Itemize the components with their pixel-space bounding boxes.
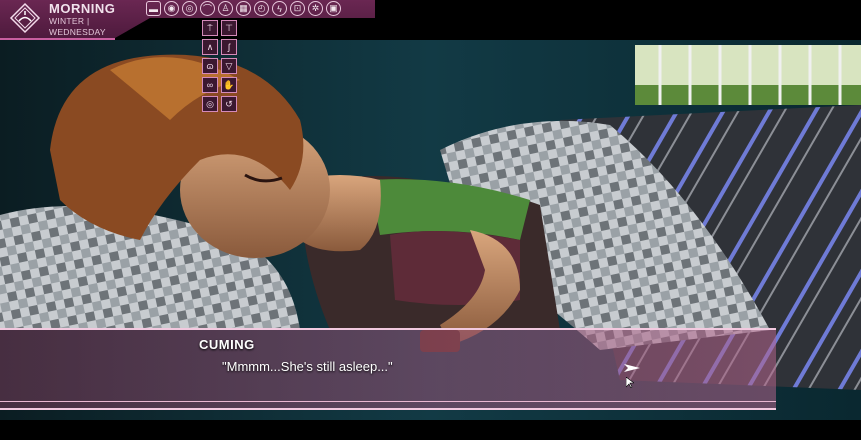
lightning-icon[interactable]: ϟ bbox=[272, 1, 287, 16]
dialogue-divider bbox=[0, 401, 776, 402]
sun-icon bbox=[9, 2, 41, 34]
mouse-cursor-icon bbox=[626, 377, 634, 388]
sock-icon[interactable]: ʃ bbox=[221, 39, 237, 55]
map-icon[interactable]: ▦ bbox=[236, 1, 251, 16]
undo-icon[interactable]: ↺ bbox=[221, 96, 237, 112]
panel-accent-line bbox=[0, 38, 115, 40]
dialogue-text: "Mmmm...She's still asleep..." bbox=[222, 359, 393, 374]
hand-icon[interactable]: ✋ bbox=[221, 77, 237, 93]
swap-icon[interactable]: ◎ bbox=[202, 96, 218, 112]
gear-icon[interactable]: ✲ bbox=[308, 1, 323, 16]
next-arrow-icon[interactable] bbox=[624, 364, 640, 372]
time-display: MORNING WINTER | WEDNESDAY bbox=[49, 2, 115, 36]
pants-icon[interactable]: ∧ bbox=[202, 39, 218, 55]
save-icon[interactable]: ▣ bbox=[326, 1, 341, 16]
season: WINTER | bbox=[49, 16, 90, 26]
bra-icon[interactable]: ɷ bbox=[202, 58, 218, 74]
bikini-icon[interactable]: ∞ bbox=[202, 77, 218, 93]
shirt-icon[interactable]: ⍑ bbox=[202, 20, 218, 36]
clock-icon[interactable]: ◴ bbox=[254, 1, 269, 16]
top-toolbar: ▬ ◉ ◎ ⌒ ♙ ▦ ◴ ϟ ⊡ ✲ ▣ bbox=[146, 1, 341, 16]
hanger-icon[interactable]: ⌒ bbox=[200, 1, 215, 16]
car-icon[interactable]: ⊡ bbox=[290, 1, 305, 16]
weekday: WEDNESDAY bbox=[49, 26, 106, 37]
panties-icon[interactable]: ▽ bbox=[221, 58, 237, 74]
speaker-name: CUMING bbox=[199, 337, 255, 352]
top-icon[interactable]: ⊤ bbox=[221, 20, 237, 36]
person-icon[interactable]: ♙ bbox=[218, 1, 233, 16]
time-of-day: MORNING bbox=[49, 1, 116, 16]
eye-icon[interactable]: ◉ bbox=[164, 1, 179, 16]
clothing-menu: ⍑ ⊤ ∧ ʃ ɷ ▽ ∞ ✋ ◎ ↺ bbox=[202, 20, 237, 112]
dialogue-box[interactable]: CUMING "Mmmm...She's still asleep..." bbox=[0, 328, 776, 410]
eye-outline-icon[interactable]: ◎ bbox=[182, 1, 197, 16]
bed-icon[interactable]: ▬ bbox=[146, 1, 161, 16]
